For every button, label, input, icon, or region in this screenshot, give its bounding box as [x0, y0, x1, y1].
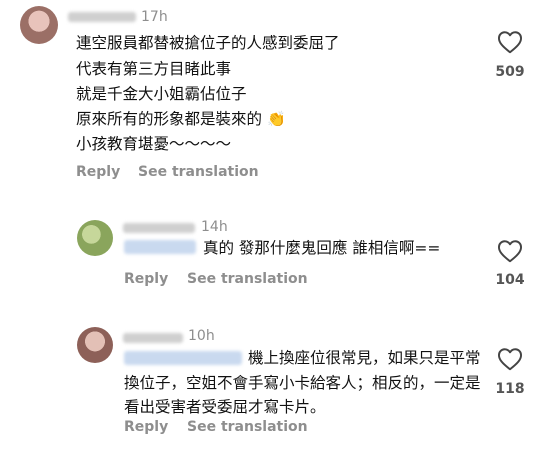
comment-text-line: 小孩教育堪憂～～～～ [76, 135, 232, 153]
comment-text-line: 原來所有的形象都是裝來的 👏 [76, 109, 286, 129]
heart-outline-icon[interactable] [497, 239, 523, 263]
avatar[interactable] [77, 327, 113, 363]
comment-text-line: 換位子，空姐不會手寫小卡給客人；相反的，一定是 [124, 374, 481, 392]
comment-timestamp: 14h [201, 219, 228, 235]
comment-timestamp: 17h [141, 9, 168, 25]
comment-text-fragment: 原來所有的形象都是裝來的 [76, 110, 263, 128]
comment-text-line: 連空服員都替被搶位子的人感到委屈了 [76, 34, 340, 52]
comment-text-line: 機上換座位很常見，如果只是平常 [248, 349, 481, 367]
username-redacted[interactable] [123, 333, 183, 343]
see-translation-button[interactable]: See translation [187, 419, 308, 435]
heart-outline-icon[interactable] [497, 30, 523, 54]
avatar[interactable] [77, 220, 113, 256]
comment-text-line: 代表有第三方目睹此事 [76, 60, 232, 78]
comment-timestamp: 10h [188, 328, 215, 344]
username-redacted[interactable] [123, 223, 195, 233]
like-count: 118 [495, 381, 525, 397]
mention-redacted[interactable] [124, 240, 196, 254]
avatar[interactable] [20, 6, 58, 44]
see-translation-button[interactable]: See translation [138, 164, 259, 180]
like-count: 104 [495, 272, 525, 288]
clapping-hands-icon: 👏 [266, 110, 286, 128]
reply-button[interactable]: Reply [76, 164, 120, 180]
comment-text-line: 就是千金大小姐霸佔位子 [76, 85, 247, 103]
mention-redacted[interactable] [124, 351, 242, 365]
like-count: 509 [495, 64, 525, 80]
see-translation-button[interactable]: See translation [187, 271, 308, 287]
comment-text-line: 看出受害者受委屈才寫卡片。 [124, 398, 326, 416]
reply-button[interactable]: Reply [124, 271, 168, 287]
reply-button[interactable]: Reply [124, 419, 168, 435]
comment-text-line: 真的 發那什麼鬼回應 誰相信啊== [203, 239, 441, 257]
username-redacted[interactable] [68, 12, 136, 22]
heart-outline-icon[interactable] [497, 347, 523, 371]
